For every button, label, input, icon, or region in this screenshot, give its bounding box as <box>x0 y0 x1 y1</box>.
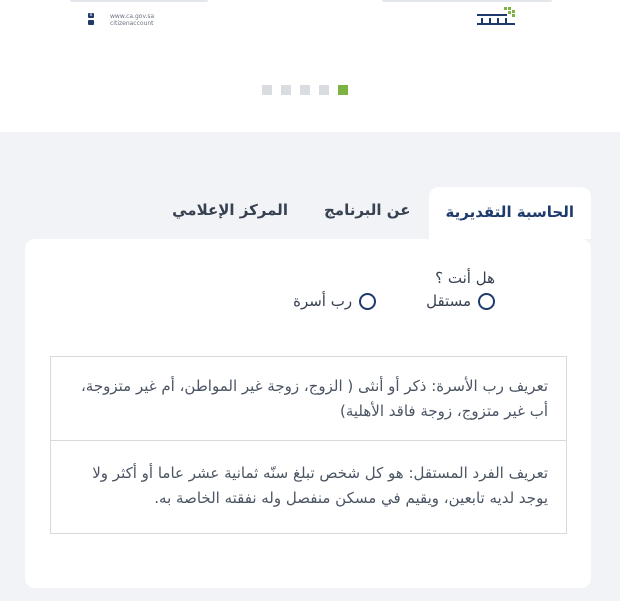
definition-independent: تعريف الفرد المستقل: هو كل شخص تبلغ سنّه… <box>51 440 566 533</box>
radio-independent[interactable] <box>478 292 495 310</box>
carousel-dots <box>262 85 348 95</box>
carousel-dot[interactable] <box>319 85 329 95</box>
carousel-dot[interactable] <box>281 85 291 95</box>
role-options: مستقل رب أسرة <box>293 292 495 310</box>
option-independent[interactable]: مستقل <box>426 292 495 310</box>
carousel-dot[interactable] <box>262 85 272 95</box>
option-independent-label: مستقل <box>426 292 471 310</box>
carousel-dot-active[interactable] <box>338 85 348 95</box>
tab-media-center[interactable]: المركز الإعلامي <box>154 187 306 225</box>
carousel-dot[interactable] <box>300 85 310 95</box>
option-head-of-family-label: رب أسرة <box>293 292 353 310</box>
x-icon[interactable]: x <box>88 13 94 18</box>
definition-head-of-family: تعريف رب الأسرة: ذكر أو أنثى ( الزوج، زو… <box>80 377 548 420</box>
calculator-panel: هل أنت ؟ مستقل رب أسرة تعريف رب الأسرة: … <box>25 239 591 588</box>
question-label: هل أنت ؟ <box>435 269 495 287</box>
social-handle[interactable]: citizenaccount <box>110 20 154 27</box>
definitions-box: تعريف رب الأسرة: ذكر أو أنثى ( الزوج، زو… <box>50 356 567 534</box>
slide-card-edge <box>382 0 552 2</box>
slide-card-edge <box>70 0 208 2</box>
option-head-of-family[interactable]: رب أسرة <box>293 292 377 310</box>
citizen-account-logo <box>468 6 528 32</box>
site-url[interactable]: www.ca.gov.sa <box>110 13 154 20</box>
content-section: الحاسبة التقديرية عن البرنامج المركز الإ… <box>0 132 620 601</box>
social-links: x www.ca.gov.sa citizenaccount <box>88 13 168 29</box>
carousel-area: x www.ca.gov.sa citizenaccount <box>0 0 620 132</box>
tab-estimator-calculator[interactable]: الحاسبة التقديرية <box>428 187 591 239</box>
tab-about-program[interactable]: عن البرنامج <box>306 187 429 225</box>
tab-bar: الحاسبة التقديرية عن البرنامج المركز الإ… <box>154 187 591 239</box>
youtube-icon[interactable] <box>88 20 94 25</box>
radio-head-of-family[interactable] <box>359 292 377 310</box>
